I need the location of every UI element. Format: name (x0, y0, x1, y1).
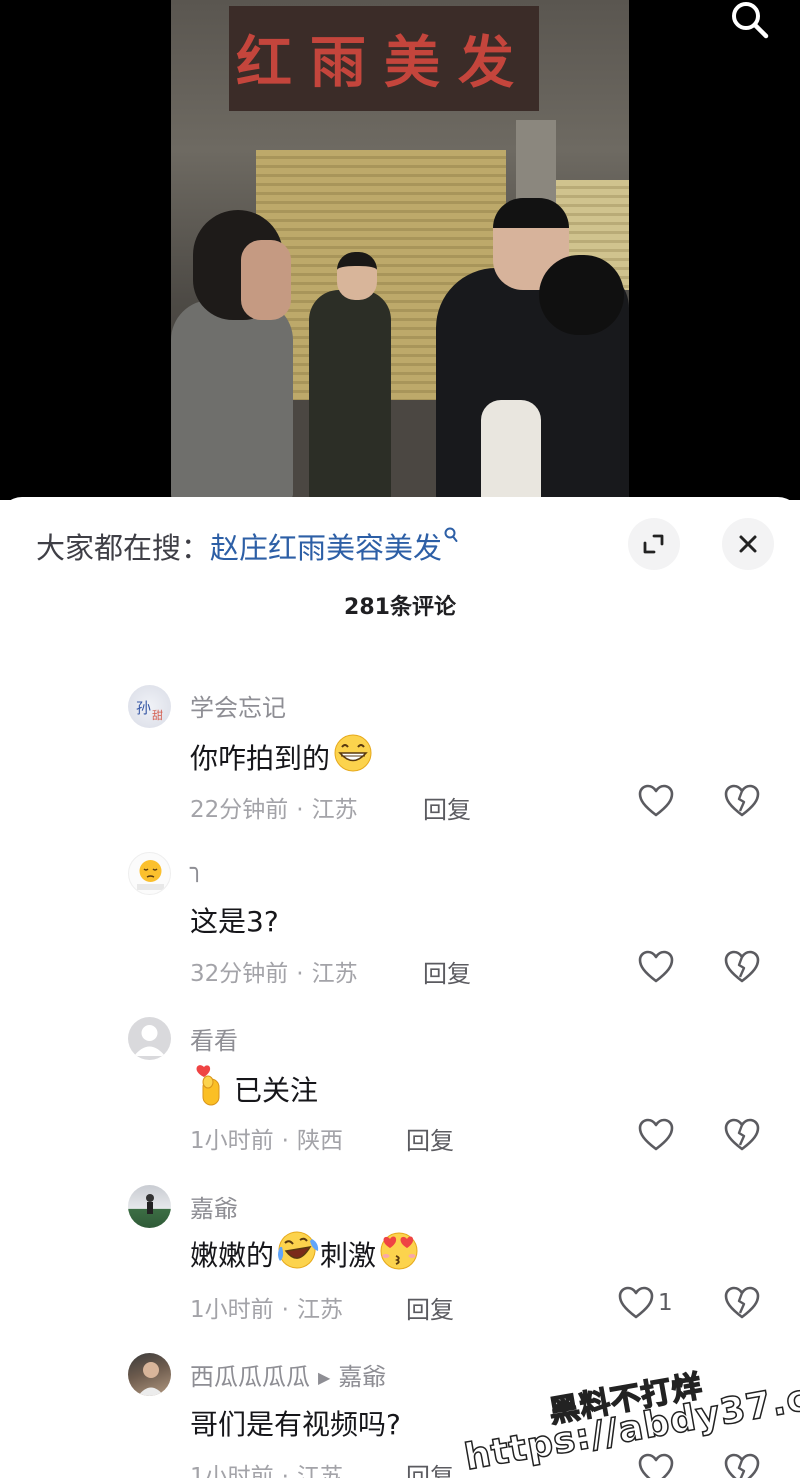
heart-icon (638, 950, 674, 983)
comment-time: 22分钟前 (190, 797, 289, 823)
grinning-face-icon (330, 734, 376, 779)
svg-text:孙: 孙 (136, 699, 151, 717)
comments-sheet: 大家都在搜： 赵庄红雨美容美发 281条评论 孙甜 学会忘记 你咋拍到的 22分… (0, 497, 800, 1478)
dislike-button[interactable] (724, 1118, 760, 1156)
heart-icon (638, 1453, 674, 1478)
dislike-button[interactable] (724, 784, 760, 822)
avatar[interactable] (128, 1017, 171, 1060)
avatar[interactable] (128, 852, 171, 895)
person-left-face (241, 240, 291, 320)
separator-dot: · (281, 1128, 289, 1154)
comment-username[interactable]: 西瓜瓜瓜瓜 ▶ 嘉爺 (190, 1357, 386, 1392)
comment-time: 1小时前 (190, 1128, 274, 1154)
comment-count-title: 281条评论 (344, 595, 456, 620)
comment-text: 这是3? (190, 900, 279, 940)
separator-dot: · (296, 961, 304, 987)
reply-button[interactable]: 回复 (423, 790, 471, 825)
comment-text: 哥们是有视频吗? (190, 1403, 401, 1443)
like-button[interactable]: 1 (618, 1286, 673, 1320)
shop-sign-text: 红雨美发 (236, 30, 532, 96)
crying-laughing-face-icon (274, 1229, 320, 1278)
comment-text: 已关注 (190, 1063, 318, 1114)
svg-text:甜: 甜 (152, 709, 163, 722)
search-small-icon (444, 524, 458, 548)
comment-text: 你咋拍到的 (190, 734, 376, 779)
comment-location: 陕西 (296, 1128, 343, 1154)
like-button[interactable] (638, 784, 678, 818)
comment-meta: 1小时前 · 陕西 (190, 1121, 343, 1155)
person-middle-head (337, 252, 377, 300)
comment-username[interactable]: ╮ (190, 854, 204, 882)
comment-meta: 1小时前 · 江苏 (190, 1457, 343, 1478)
hot-search-prefix: 大家都在搜： (36, 531, 211, 565)
heart-icon (638, 784, 674, 817)
comment-text-body: 已关注 (234, 1073, 319, 1107)
broken-heart-icon (724, 950, 760, 983)
person-left-body (171, 300, 293, 500)
broken-heart-icon (724, 1286, 760, 1319)
like-button[interactable] (638, 1118, 678, 1152)
video-frame: 红雨美发 (171, 0, 629, 500)
heart-icon (638, 1118, 674, 1151)
comment-username[interactable]: 嘉爺 (190, 1189, 238, 1224)
comment-time: 1小时前 (190, 1297, 274, 1323)
avatar[interactable] (128, 1185, 171, 1228)
like-button[interactable] (638, 950, 678, 984)
separator-dot: · (281, 1464, 289, 1478)
comment-location: 江苏 (296, 1464, 343, 1478)
close-icon (739, 535, 757, 553)
person-middle-body (309, 290, 391, 500)
dislike-button[interactable] (724, 1453, 760, 1478)
comment-location: 江苏 (296, 1297, 343, 1323)
reply-button[interactable]: 回复 (406, 1121, 454, 1156)
video-player[interactable]: 红雨美发 (0, 0, 800, 500)
broken-heart-icon (724, 784, 760, 817)
search-icon[interactable] (728, 0, 772, 44)
hot-search-link[interactable]: 赵庄红雨美容美发 (210, 525, 442, 567)
expand-icon (643, 534, 664, 554)
comment-location: 江苏 (311, 797, 358, 823)
reply-button[interactable]: 回复 (423, 954, 471, 989)
comment-text-part1: 嫩嫩的 (190, 1238, 275, 1272)
broken-heart-icon (724, 1118, 760, 1151)
comment-time: 1小时前 (190, 1464, 274, 1478)
person-hugging-hair (539, 255, 624, 335)
comment-username[interactable]: 看看 (190, 1021, 238, 1056)
comment-time: 32分钟前 (190, 961, 289, 987)
reply-arrow-icon: ▶ (318, 1368, 331, 1387)
comment-meta: 32分钟前 · 江苏 (190, 954, 358, 988)
comment-text-body: 哥们是有视频吗? (190, 1408, 401, 1441)
like-count: 1 (658, 1290, 673, 1316)
expand-button[interactable] (628, 518, 680, 570)
hot-search-bar[interactable]: 大家都在搜： 赵庄红雨美容美发 (36, 525, 458, 567)
comment-text-body: 这是3? (190, 905, 279, 938)
dislike-button[interactable] (724, 1286, 760, 1324)
reply-to-username[interactable]: 嘉爺 (338, 1363, 386, 1391)
separator-dot: · (281, 1297, 289, 1323)
comment-meta: 1小时前 · 江苏 (190, 1290, 343, 1324)
close-button[interactable] (722, 518, 774, 570)
separator-dot: · (296, 797, 304, 823)
heart-icon (618, 1286, 654, 1319)
broken-heart-icon (724, 1453, 760, 1478)
comment-meta: 22分钟前 · 江苏 (190, 790, 358, 824)
reply-button[interactable]: 回复 (406, 1290, 454, 1325)
comment-username[interactable]: 学会忘记 (190, 688, 286, 723)
comment-text-body: 你咋拍到的 (190, 741, 331, 775)
comment-location: 江苏 (311, 961, 358, 987)
reply-button[interactable]: 回复 (406, 1457, 454, 1478)
comment-username-text: 西瓜瓜瓜瓜 (190, 1363, 310, 1391)
avatar[interactable]: 孙甜 (128, 685, 171, 728)
jacket-stripe (481, 400, 541, 500)
comment-text: 嫩嫩的 刺激 (190, 1229, 422, 1278)
avatar[interactable] (128, 1353, 171, 1396)
finger-heart-icon (194, 1063, 228, 1114)
shop-sign: 红雨美发 (229, 6, 539, 111)
like-button[interactable] (638, 1453, 678, 1478)
dislike-button[interactable] (724, 950, 760, 988)
kissing-heart-face-icon (376, 1229, 422, 1278)
comment-text-part2: 刺激 (320, 1238, 377, 1272)
